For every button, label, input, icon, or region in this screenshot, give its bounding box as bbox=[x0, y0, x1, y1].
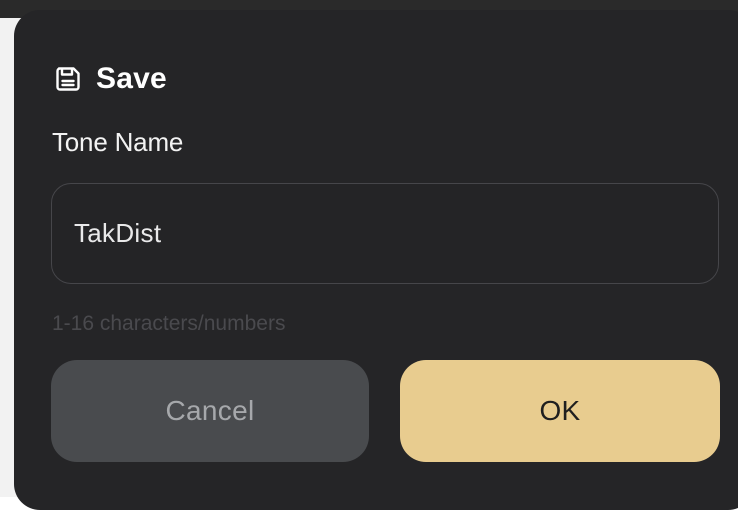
cancel-button[interactable]: Cancel bbox=[51, 360, 369, 462]
tone-name-input[interactable]: TakDist bbox=[51, 183, 719, 284]
ok-button[interactable]: OK bbox=[400, 360, 720, 462]
tone-name-input-value: TakDist bbox=[74, 218, 162, 248]
tone-name-hint: 1-16 characters/numbers bbox=[52, 312, 286, 335]
cancel-button-label: Cancel bbox=[165, 395, 255, 426]
dialog-title: Save bbox=[96, 62, 167, 95]
ok-button-label: OK bbox=[539, 395, 581, 426]
save-dialog: Save Tone Name TakDist 1-16 characters/n… bbox=[14, 10, 738, 510]
tone-name-label: Tone Name bbox=[52, 127, 184, 157]
dialog-header: Save bbox=[54, 62, 167, 96]
save-icon bbox=[54, 65, 82, 93]
